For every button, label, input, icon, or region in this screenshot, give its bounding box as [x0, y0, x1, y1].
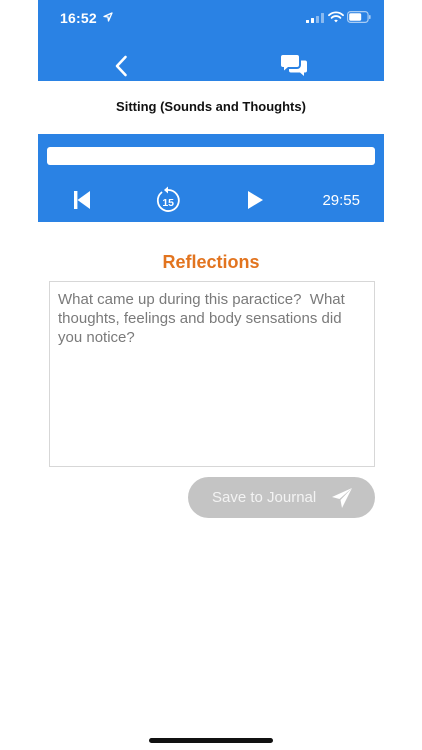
play-icon: [248, 191, 263, 209]
time-remaining: 29:55: [322, 192, 360, 209]
skip-back-icon: [74, 191, 90, 209]
chevron-left-icon: [115, 55, 127, 77]
rewind-seconds-label: 15: [162, 197, 174, 209]
play-button[interactable]: [246, 190, 264, 210]
header-bar: 16:52: [38, 0, 384, 81]
save-button-label: Save to Journal: [212, 489, 317, 506]
rewind-15-button[interactable]: 15: [153, 185, 183, 215]
skip-back-button[interactable]: [72, 190, 92, 210]
home-indicator: [149, 738, 273, 743]
battery-icon: [347, 11, 371, 23]
back-button[interactable]: [110, 53, 134, 79]
location-arrow-icon: [103, 12, 113, 22]
progress-bar[interactable]: [47, 147, 375, 165]
paper-plane-icon: [332, 488, 352, 508]
signal-icon: [306, 13, 324, 23]
wifi-icon: [328, 11, 344, 23]
screen: 16:52 Sitting (Sounds and Thoughts) 15 2…: [0, 0, 422, 750]
app-view: 16:52 Sitting (Sounds and Thoughts) 15 2…: [38, 0, 384, 750]
chat-bubbles-icon: [281, 55, 307, 76]
status-time: 16:52: [60, 10, 97, 26]
reflection-input[interactable]: [49, 281, 375, 467]
session-title: Sitting (Sounds and Thoughts): [116, 99, 306, 114]
rewind-15-icon: 15: [156, 186, 180, 212]
save-to-journal-button[interactable]: Save to Journal: [188, 477, 375, 518]
chat-button[interactable]: [280, 52, 308, 78]
audio-player: 15 29:55: [38, 134, 384, 222]
reflections-heading: Reflections: [162, 252, 260, 272]
